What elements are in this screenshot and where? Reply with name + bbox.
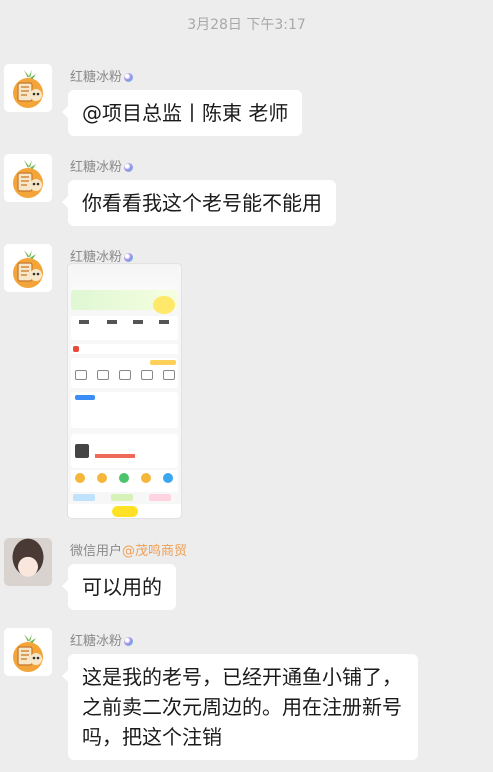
- message-bubble[interactable]: 可以用的: [62, 564, 176, 610]
- thumbnail-product: [71, 434, 178, 468]
- status-dot-icon: [124, 73, 134, 82]
- avatar[interactable]: [4, 628, 52, 676]
- thumbnail-icon-row: [71, 470, 178, 492]
- thumbnail-bottom-nav: [68, 504, 181, 518]
- thumbnail-chips: [71, 494, 178, 502]
- thumbnail-notice: [71, 344, 178, 354]
- thumbnail-stats: [71, 316, 178, 340]
- chick-icon: [153, 296, 175, 314]
- sender-name: 红糖冰粉: [70, 246, 134, 265]
- status-dot-icon: [124, 637, 134, 646]
- status-dot-icon: [124, 253, 134, 262]
- sender-tag: @茂鸣商贸: [122, 544, 188, 559]
- thumbnail-section: [71, 392, 178, 428]
- carrot-avatar-icon: [4, 154, 52, 202]
- avatar[interactable]: [4, 244, 52, 292]
- carrot-avatar-icon: [4, 64, 52, 112]
- carrot-avatar-icon: [4, 628, 52, 676]
- status-dot-icon: [124, 163, 134, 172]
- image-message-thumbnail[interactable]: [68, 264, 181, 518]
- message-bubble[interactable]: 你看看我这个老号能不能用: [62, 180, 336, 226]
- avatar[interactable]: [4, 538, 52, 586]
- sender-name: 红糖冰粉: [70, 630, 134, 649]
- sender-name: 红糖冰粉: [70, 66, 134, 85]
- sender-name: 微信用户@茂鸣商贸: [70, 544, 188, 559]
- carrot-avatar-icon: [4, 244, 52, 292]
- avatar[interactable]: [4, 154, 52, 202]
- message-bubble[interactable]: @项目总监丨陈東 老师: [61, 90, 303, 136]
- thumbnail-tools: [71, 358, 178, 388]
- message-bubble[interactable]: 这是我的老号，已经开通鱼小铺了，之前卖二次元周边的。用在注册新号吗，把这个注销: [62, 654, 418, 760]
- chat-timestamp: 3月28日 下午3:17: [187, 17, 306, 33]
- avatar[interactable]: [4, 64, 52, 112]
- sender-name: 红糖冰粉: [70, 156, 134, 175]
